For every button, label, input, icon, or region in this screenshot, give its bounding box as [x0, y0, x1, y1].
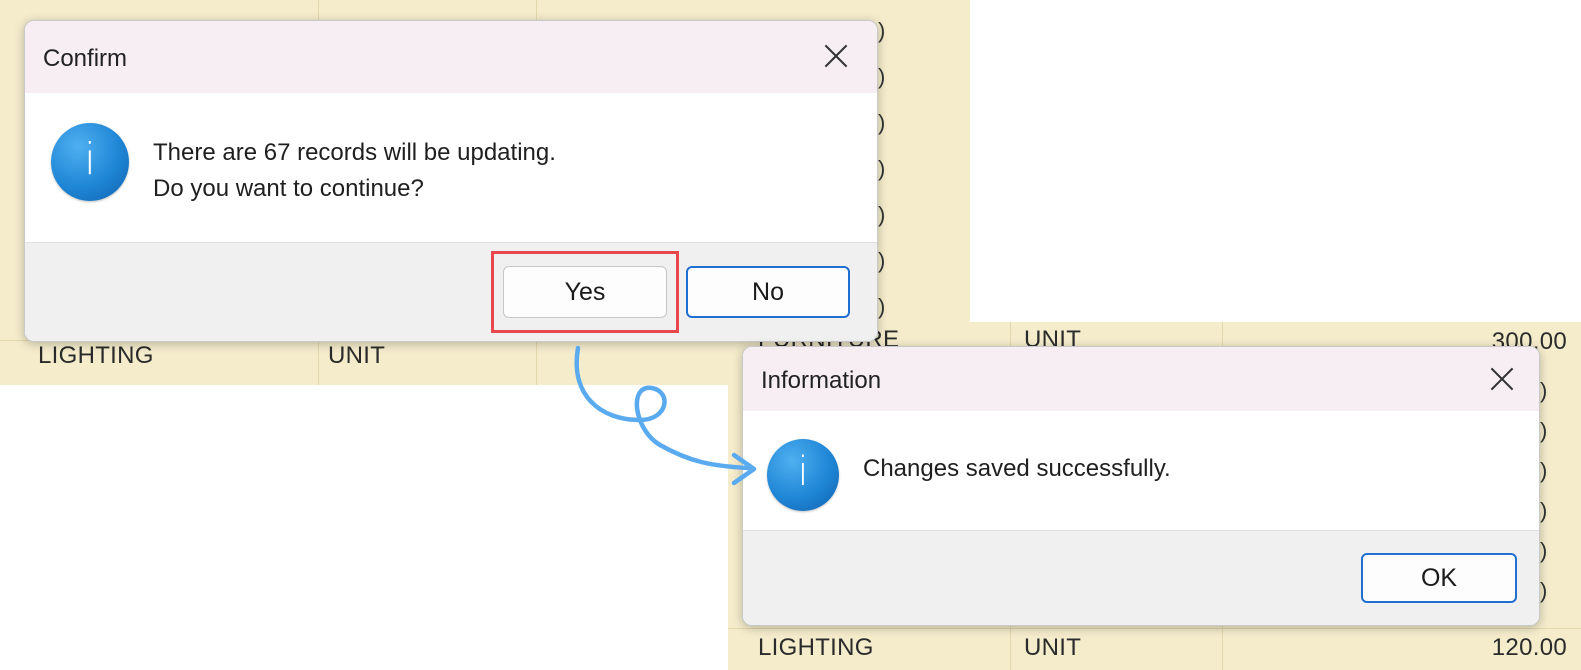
flow-arrow-icon: [574, 345, 757, 486]
